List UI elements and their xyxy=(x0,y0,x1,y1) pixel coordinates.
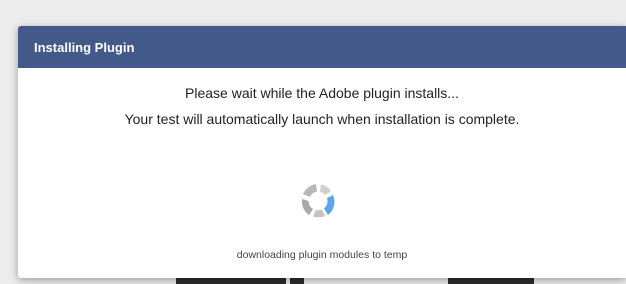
spinner-segment-gray xyxy=(313,209,325,218)
launch-message: Your test will automatically launch when… xyxy=(124,111,520,127)
dialog-header: Installing Plugin xyxy=(18,26,626,68)
spinner-segment-gray xyxy=(303,184,317,197)
background-bar-left xyxy=(176,278,286,284)
background-bar-mid xyxy=(290,278,304,284)
spinner-segment-gray xyxy=(320,184,331,195)
dialog-body: Please wait while the Adobe plugin insta… xyxy=(18,84,626,128)
dialog-title: Installing Plugin xyxy=(34,39,135,55)
spinner-segment-blue xyxy=(324,195,335,215)
status-text: downloading plugin modules to temp xyxy=(236,249,408,261)
wait-message: Please wait while the Adobe plugin insta… xyxy=(185,85,459,101)
background-bar-right xyxy=(448,278,534,284)
loading-spinner-icon xyxy=(295,178,341,224)
spinner-segment-gray xyxy=(301,199,313,215)
install-plugin-dialog: Installing Plugin Please wait while the … xyxy=(18,26,626,278)
